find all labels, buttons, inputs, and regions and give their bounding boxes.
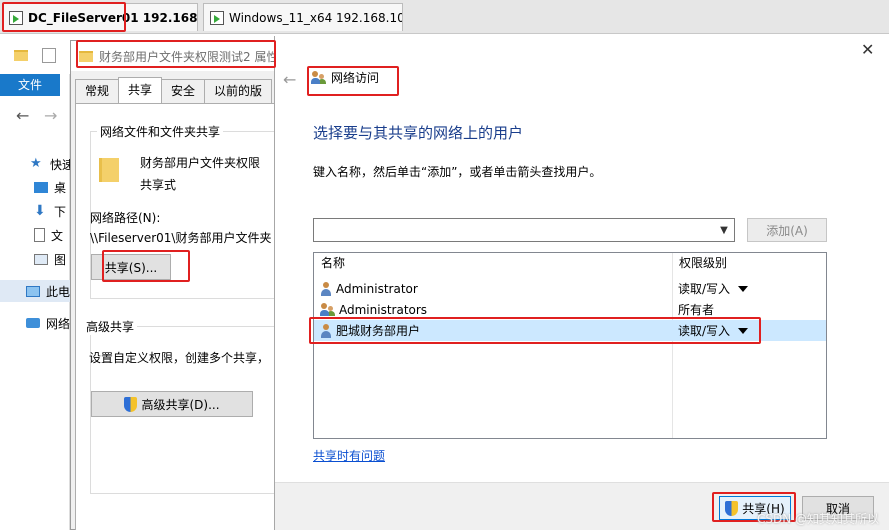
dialog-title: 网络访问 bbox=[331, 71, 380, 85]
user-icon bbox=[320, 281, 332, 296]
shared-folder-name: 财务部用户文件夹权限 bbox=[140, 156, 261, 170]
nav-pictures[interactable]: 图 bbox=[34, 248, 66, 270]
user-name: Administrator bbox=[336, 281, 418, 296]
vm-tab-windows11[interactable]: Windows_11_x64 192.168.10.... ✕ bbox=[203, 3, 403, 31]
network-path-value: \\Fileserver01\财务部用户文件夹 bbox=[90, 231, 272, 245]
vm-tab-dc-fileserver[interactable]: DC_FileServer01 192.168.... ✕ bbox=[2, 3, 198, 31]
network-sharing-group: 网络文件和文件夹共享 财务部用户文件夹权限 共享式 网络路径(N): \\Fil… bbox=[90, 123, 280, 299]
vm-running-icon bbox=[9, 10, 23, 25]
sharing-tab-panel: 网络文件和文件夹共享 财务部用户文件夹权限 共享式 网络路径(N): \\Fil… bbox=[75, 103, 280, 530]
group-icon bbox=[320, 302, 335, 317]
folder-icon bbox=[99, 158, 119, 182]
user-name: Administrators bbox=[339, 302, 428, 317]
instruction-text: 键入名称，然后单击“添加”，或者单击箭头查找用户。 bbox=[313, 165, 602, 179]
vm-tab-bar: DC_FileServer01 192.168.... ✕ Windows_11… bbox=[0, 0, 889, 34]
users-icon bbox=[311, 70, 326, 85]
forward-arrow-icon[interactable]: → bbox=[44, 106, 57, 125]
vm-running-icon bbox=[210, 10, 224, 25]
picture-icon bbox=[34, 253, 48, 265]
share-status: 共享式 bbox=[140, 178, 177, 192]
properties-tabs: 常规 共享 安全 以前的版 bbox=[75, 77, 273, 103]
list-item[interactable]: Administrators 所有者 bbox=[314, 299, 826, 320]
network-access-dialog: ✕ ← 网络访问 选择要与其共享的网络上的用户 键入名称，然后单击“添加”，或者… bbox=[274, 36, 889, 530]
advanced-sharing-description: 设置自定义权限，创建多个共享， bbox=[89, 351, 270, 365]
user-icon bbox=[320, 323, 332, 338]
folder-icon bbox=[79, 50, 93, 62]
users-list: 名称 权限级别 Administrator 读取/写入 Administrato… bbox=[313, 252, 827, 439]
group-label: 网络文件和文件夹共享 bbox=[97, 123, 224, 140]
tab-previous-versions[interactable]: 以前的版 bbox=[204, 79, 273, 103]
nav-desktop[interactable]: 桌 bbox=[34, 176, 66, 198]
tab-general[interactable]: 常规 bbox=[75, 79, 120, 103]
advanced-sharing-group: 高级共享 设置自定义权限，创建多个共享， 高级共享(D)... bbox=[83, 318, 280, 494]
tab-bar-empty bbox=[410, 3, 889, 31]
nav-network[interactable]: 网络 bbox=[26, 312, 70, 334]
back-arrow-icon[interactable]: ← bbox=[16, 106, 29, 125]
list-header: 名称 权限级别 bbox=[314, 253, 826, 274]
permission-dropdown[interactable]: 读取/写入 bbox=[678, 320, 749, 341]
uac-shield-icon bbox=[725, 500, 739, 516]
properties-title-bar: 财务部用户文件夹权限测试2 属性 bbox=[71, 41, 276, 71]
folder-properties-dialog: 财务部用户文件夹权限测试2 属性 常规 共享 安全 以前的版 网络文件和文件夹共… bbox=[70, 40, 280, 530]
tab-sharing[interactable]: 共享 bbox=[118, 77, 163, 103]
network-icon bbox=[26, 318, 40, 328]
sharing-trouble-link[interactable]: 共享时有问题 bbox=[313, 447, 385, 464]
vm-tab-label: Windows_11_x64 192.168.10.... bbox=[229, 10, 403, 25]
properties-icon[interactable] bbox=[42, 48, 56, 63]
star-icon: ★ bbox=[30, 156, 42, 171]
column-header-name[interactable]: 名称 bbox=[314, 253, 345, 274]
list-item[interactable]: Administrator 读取/写入 bbox=[314, 278, 826, 299]
nav-this-pc[interactable]: 此电 bbox=[0, 280, 70, 302]
list-item-selected[interactable]: 肥城财务部用户 读取/写入 bbox=[314, 320, 826, 341]
group-label: 高级共享 bbox=[83, 318, 138, 335]
document-icon bbox=[34, 228, 45, 242]
column-header-permission[interactable]: 权限级别 bbox=[672, 253, 727, 274]
user-name-combobox[interactable]: ▼ bbox=[313, 218, 735, 242]
network-path-label: 网络路径(N): bbox=[90, 211, 161, 225]
computer-icon bbox=[26, 285, 40, 297]
vm-tab-label: DC_FileServer01 192.168.... bbox=[28, 10, 198, 25]
desktop-icon bbox=[34, 181, 48, 193]
close-icon[interactable]: ✕ bbox=[861, 40, 874, 59]
uac-shield-icon bbox=[124, 396, 138, 412]
watermark-text: CSDN @知其知其所以 bbox=[756, 512, 879, 526]
folder-icon bbox=[14, 50, 28, 61]
explorer-title-bar bbox=[0, 34, 70, 74]
file-explorer-window: 文件 ← → ★ 快速 桌 ⬇ 下 文 图 此电 网络 bbox=[0, 34, 74, 530]
add-button[interactable]: 添加(A) bbox=[747, 218, 827, 242]
properties-title: 财务部用户文件夹权限测试2 属性 bbox=[99, 49, 276, 64]
user-name: 肥城财务部用户 bbox=[336, 324, 421, 338]
download-icon: ⬇ bbox=[34, 203, 46, 219]
nav-downloads[interactable]: ⬇ 下 bbox=[34, 200, 66, 222]
nav-documents[interactable]: 文 bbox=[34, 224, 63, 246]
permission-label: 所有者 bbox=[678, 303, 715, 317]
dialog-header: 网络访问 bbox=[311, 69, 379, 86]
tab-security[interactable]: 安全 bbox=[161, 79, 206, 103]
back-arrow-icon[interactable]: ← bbox=[283, 70, 296, 89]
dropdown-arrow-icon[interactable] bbox=[738, 327, 749, 334]
nav-quick-access[interactable]: ★ 快速 bbox=[30, 153, 74, 175]
file-menu-tab[interactable]: 文件 bbox=[0, 74, 60, 96]
chevron-down-icon[interactable]: ▼ bbox=[714, 219, 734, 241]
share-button[interactable]: 共享(S)... bbox=[91, 254, 171, 280]
permission-dropdown[interactable]: 读取/写入 bbox=[678, 278, 749, 299]
page-heading: 选择要与其共享的网络上的用户 bbox=[313, 124, 524, 142]
advanced-sharing-button[interactable]: 高级共享(D)... bbox=[91, 391, 253, 417]
dropdown-arrow-icon[interactable] bbox=[738, 285, 749, 292]
